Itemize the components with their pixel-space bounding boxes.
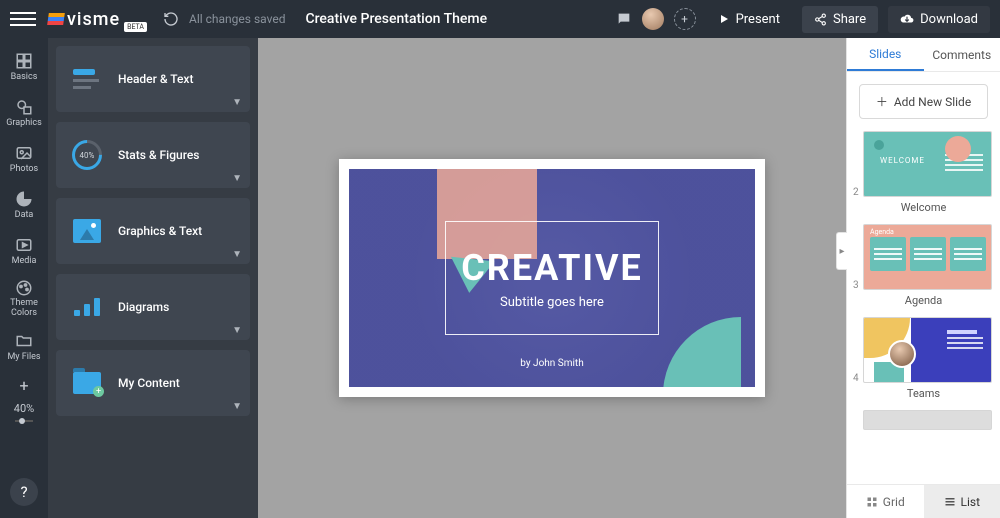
- slide[interactable]: CREATIVE Subtitle goes here by John Smit…: [339, 159, 765, 397]
- slide-frame: CREATIVE Subtitle goes here: [445, 221, 659, 335]
- logo-flag-icon: [47, 13, 65, 25]
- slide-byline[interactable]: by John Smith: [349, 358, 755, 369]
- slide-title[interactable]: CREATIVE: [461, 247, 643, 289]
- zoom-value: 40%: [14, 402, 34, 415]
- user-avatar[interactable]: [642, 8, 664, 30]
- grid-icon: [866, 496, 878, 508]
- thumb-welcome[interactable]: 2 WELCOME Welcome: [855, 131, 992, 214]
- rail-my-files[interactable]: My Files: [0, 324, 48, 370]
- rail-theme-colors[interactable]: Theme Colors: [0, 274, 48, 324]
- save-status: All changes saved: [189, 12, 285, 26]
- present-button[interactable]: Present: [706, 6, 792, 33]
- download-button[interactable]: Download: [888, 6, 990, 33]
- chevron-down-icon: ▼: [232, 249, 242, 260]
- left-rail: Basics Graphics Photos Data Media Theme …: [0, 38, 48, 518]
- rail-media[interactable]: Media: [0, 228, 48, 274]
- thumb-preview: [863, 317, 992, 383]
- view-toggle: Grid List: [847, 484, 1000, 518]
- logo[interactable]: visme BETA: [48, 9, 147, 30]
- rail-basics[interactable]: Basics: [0, 44, 48, 90]
- slide-subtitle[interactable]: Subtitle goes here: [500, 295, 604, 310]
- add-collaborator-button[interactable]: +: [674, 8, 696, 30]
- graphics-icon: [70, 214, 104, 248]
- document-title[interactable]: Creative Presentation Theme: [305, 11, 487, 27]
- thumb-agenda[interactable]: 3 Agenda Agenda: [855, 224, 992, 307]
- stats-icon: 40%: [70, 138, 104, 172]
- zoom-slider[interactable]: [15, 420, 33, 422]
- thumb-preview: Agenda: [863, 224, 992, 290]
- cat-graphics-text[interactable]: Graphics & Text ▼: [56, 198, 250, 264]
- tab-slides[interactable]: Slides: [847, 38, 924, 71]
- chevron-down-icon: ▼: [232, 97, 242, 108]
- chevron-down-icon: ▼: [232, 325, 242, 336]
- rail-graphics[interactable]: Graphics: [0, 90, 48, 136]
- chevron-down-icon: ▼: [232, 173, 242, 184]
- download-icon: [900, 12, 914, 26]
- present-label: Present: [736, 12, 780, 27]
- topbar: visme BETA All changes saved Creative Pr…: [0, 0, 1000, 38]
- chevron-down-icon: ▼: [232, 401, 242, 412]
- cat-diagrams[interactable]: Diagrams ▼: [56, 274, 250, 340]
- play-icon: [718, 13, 730, 25]
- thumb-preview: [863, 410, 992, 430]
- right-panel: ▸ Slides Comments ＋ Add New Slide 2 WELC…: [846, 38, 1000, 518]
- share-label: Share: [833, 12, 866, 27]
- rail-photos[interactable]: Photos: [0, 136, 48, 182]
- rail-add[interactable]: +: [0, 370, 48, 400]
- plus-icon: ＋: [876, 93, 888, 110]
- folder-icon: +: [70, 366, 104, 400]
- chat-icon[interactable]: [616, 11, 632, 27]
- logo-beta-badge: BETA: [124, 22, 147, 32]
- grid-view-button[interactable]: Grid: [847, 485, 924, 518]
- tab-comments[interactable]: Comments: [924, 38, 1000, 71]
- help-button[interactable]: ?: [10, 478, 38, 506]
- thumb-teams[interactable]: 4 Teams: [855, 317, 992, 400]
- category-panel: Header & Text ▼ 40% Stats & Figures ▼ Gr…: [48, 38, 258, 518]
- share-button[interactable]: Share: [802, 6, 878, 33]
- header-text-icon: [70, 62, 104, 96]
- diagrams-icon: [70, 290, 104, 324]
- undo-icon[interactable]: [163, 11, 179, 27]
- thumb-next[interactable]: [855, 410, 992, 430]
- canvas[interactable]: CREATIVE Subtitle goes here by John Smit…: [258, 38, 846, 518]
- list-view-button[interactable]: List: [924, 485, 1000, 518]
- logo-text: visme: [67, 9, 120, 30]
- decor-teal-quarter: [663, 317, 741, 387]
- rail-data[interactable]: Data: [0, 182, 48, 228]
- share-icon: [814, 13, 827, 26]
- list-icon: [944, 496, 956, 508]
- add-slide-button[interactable]: ＋ Add New Slide: [859, 84, 988, 119]
- cat-header-text[interactable]: Header & Text ▼: [56, 46, 250, 112]
- download-label: Download: [920, 12, 978, 27]
- menu-icon[interactable]: [10, 12, 36, 26]
- slide-thumbnails: 2 WELCOME Welcome 3 Agenda Agenda 4 Te: [847, 131, 1000, 484]
- cat-my-content[interactable]: + My Content ▼: [56, 350, 250, 416]
- collapse-panel-button[interactable]: ▸: [836, 232, 847, 270]
- right-tabs: Slides Comments: [847, 38, 1000, 72]
- thumb-preview: WELCOME: [863, 131, 992, 197]
- cat-stats-figures[interactable]: 40% Stats & Figures ▼: [56, 122, 250, 188]
